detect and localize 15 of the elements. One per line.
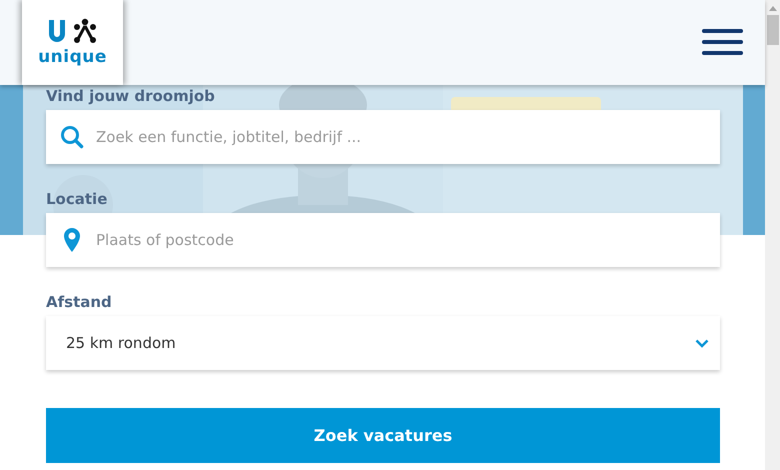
field-label: Vind jouw droomjob [46, 87, 216, 107]
logo-text: unique [38, 47, 107, 67]
search-button[interactable]: Zoek vacatures [46, 408, 720, 463]
menu-icon[interactable] [702, 29, 743, 55]
chevron-down-icon [695, 338, 709, 348]
field-label: Afstand [46, 293, 113, 313]
scroll-thumb[interactable] [766, 15, 778, 45]
field-label: Locatie [46, 190, 108, 210]
distance-dropdown[interactable]: 25 km rondom [46, 316, 720, 370]
logo-card[interactable]: unique [22, 0, 123, 85]
location-field[interactable]: Plaats of postcode [46, 213, 720, 267]
scroll-up-icon[interactable] [768, 6, 776, 11]
search-field[interactable]: Zoek een functie, jobtitel, bedrijf ... [46, 110, 720, 164]
scrollbar[interactable] [765, 0, 780, 470]
logo-icon [46, 18, 96, 44]
